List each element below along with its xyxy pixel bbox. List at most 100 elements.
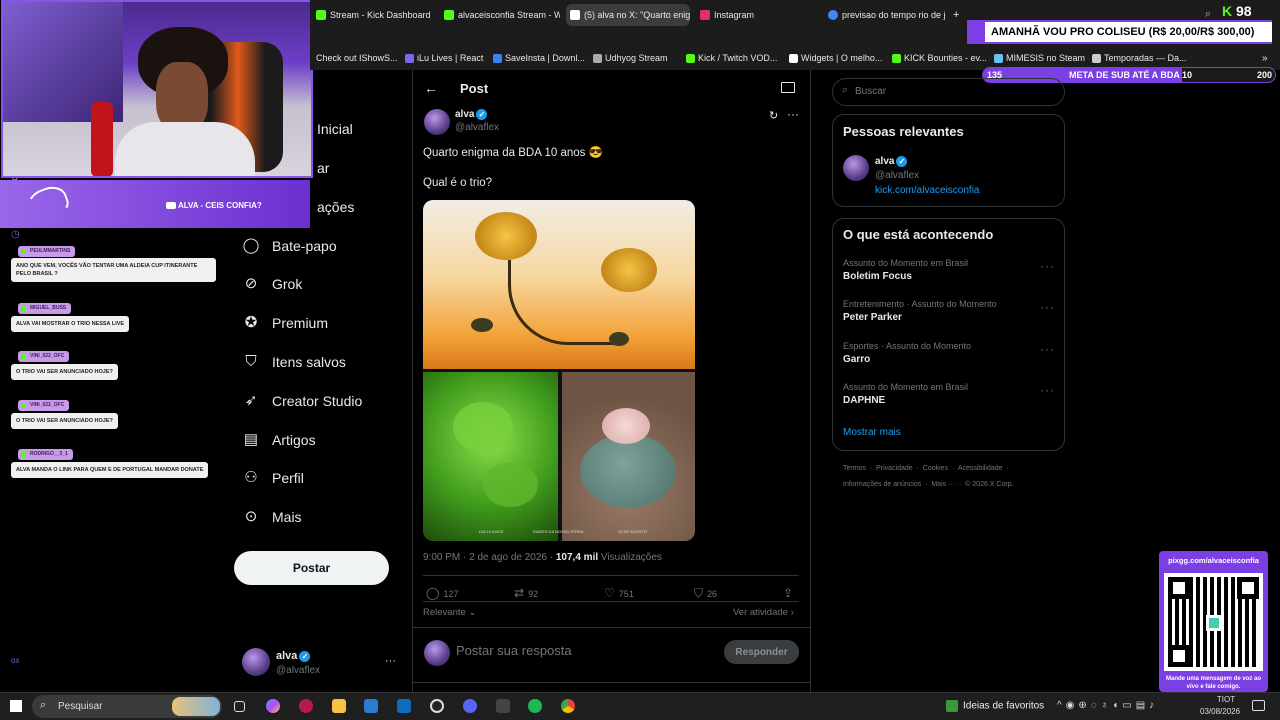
back-arrow-icon[interactable]: ← bbox=[424, 80, 438, 96]
browser-tab[interactable]: Stream - Kick Dashboard bbox=[312, 4, 437, 26]
author-handle[interactable]: @alvaflex bbox=[455, 122, 499, 133]
sort-replies-dropdown[interactable]: Relevante ⌄ bbox=[423, 607, 476, 618]
search-icon: ⌕ bbox=[40, 699, 47, 711]
trend-name[interactable]: Peter Parker bbox=[843, 312, 902, 323]
task-view-icon[interactable] bbox=[234, 701, 245, 712]
store-icon[interactable] bbox=[364, 699, 378, 713]
clock-date[interactable]: 03/08/2026 bbox=[1200, 707, 1240, 716]
footer-link[interactable]: Privacidade bbox=[876, 465, 913, 472]
browser-tab-active[interactable]: (5) alva no X: "Quarto enig bbox=[566, 4, 690, 26]
trend-more-icon[interactable]: ··· bbox=[1040, 383, 1055, 397]
file-explorer-icon[interactable] bbox=[332, 699, 346, 713]
chat-message: ALVA MANDA O LINK PARA QUEM E DE PORTUGA… bbox=[11, 462, 209, 478]
app-icon[interactable] bbox=[496, 699, 510, 713]
nav-chat[interactable]: ◯ Bate-papo bbox=[242, 235, 337, 257]
bookmark-item[interactable]: MIMESIS no Steam bbox=[994, 53, 1085, 63]
reply-input[interactable]: Postar sua resposta bbox=[456, 643, 572, 658]
trend-more-icon[interactable]: ··· bbox=[1040, 300, 1055, 314]
copilot-icon[interactable] bbox=[266, 699, 280, 713]
bookmark-item[interactable]: iLu Lives | React bbox=[405, 53, 483, 63]
rose-leaf bbox=[609, 332, 629, 346]
footer-link[interactable]: Cookies bbox=[923, 465, 948, 472]
bookmarks-overflow-icon[interactable]: » bbox=[1262, 53, 1268, 64]
browser-tab[interactable]: Instagram bbox=[696, 4, 816, 26]
bookmark-item[interactable]: Check out IShowS... bbox=[316, 53, 398, 63]
share-button[interactable]: ⇪ bbox=[783, 586, 797, 600]
author-avatar[interactable] bbox=[424, 109, 450, 135]
chat-user: PEULMMARTINS bbox=[18, 246, 76, 257]
reader-mode-icon[interactable] bbox=[781, 82, 795, 93]
relevant-link[interactable]: kick.com/alvaceisconfia bbox=[875, 185, 979, 196]
notifications-icon[interactable] bbox=[1252, 700, 1265, 711]
nav-bookmarks[interactable]: ⛉ Itens salvos bbox=[242, 351, 346, 373]
relevant-name[interactable]: alva bbox=[875, 156, 894, 167]
kick-icon bbox=[686, 54, 695, 63]
footer-link[interactable]: Acessibilidade bbox=[958, 465, 1003, 472]
divider bbox=[413, 627, 810, 628]
repost-button[interactable]: ⇄ 92 bbox=[514, 586, 538, 600]
browser-tab[interactable]: alvaceisconfia Stream - W bbox=[440, 4, 560, 26]
view-activity-link[interactable]: Ver atividade › bbox=[733, 607, 794, 618]
grok-explain-icon[interactable]: ↻ bbox=[769, 109, 778, 122]
bookmark-item[interactable]: Widgets | O melho... bbox=[789, 53, 882, 63]
bookmark-item[interactable]: Udhyog Stream bbox=[593, 53, 668, 63]
post-views: 107,4 mil bbox=[555, 552, 599, 563]
nav-explore[interactable]: ar bbox=[287, 157, 329, 179]
post-text-line-1: Quarto enigma da BDA 10 anos 😎 bbox=[423, 147, 603, 159]
search-box[interactable]: ⌕ Buscar bbox=[832, 78, 1065, 106]
reply-button[interactable]: ◯ 127 bbox=[426, 586, 458, 600]
post-more-icon[interactable]: ··· bbox=[787, 107, 799, 121]
nav-notifications[interactable]: ações bbox=[287, 196, 354, 218]
trend-name[interactable]: Garro bbox=[843, 354, 870, 365]
mint-leaves-image bbox=[423, 372, 558, 541]
clock-time[interactable]: TIOT bbox=[1212, 695, 1240, 704]
nav-articles[interactable]: ▤ Artigos bbox=[242, 429, 316, 451]
nav-premium[interactable]: ✪ Premium bbox=[242, 312, 328, 334]
taskbar-search[interactable]: ⌕ Pesquisar bbox=[32, 695, 222, 718]
favorites-widget[interactable]: Ideias de favoritos bbox=[946, 700, 1044, 712]
nav-creator-studio[interactable]: ➶ Creator Studio bbox=[242, 390, 363, 412]
bookmark-button[interactable]: ⛉ 26 bbox=[694, 586, 717, 601]
footer-link[interactable]: Mais ··· bbox=[931, 481, 955, 488]
rose-flower-left bbox=[475, 212, 537, 260]
relevant-avatar[interactable] bbox=[843, 155, 869, 181]
relevant-handle: @alvaflex bbox=[875, 170, 920, 181]
post-timestamp[interactable]: 9:00 PM · 2 de ago de 2026 · bbox=[423, 552, 553, 563]
qr-caption: Mande uma mensagem de voz ao vivo e fale… bbox=[1165, 676, 1262, 690]
bookmark-item[interactable]: SaveInsta | Downl... bbox=[493, 53, 585, 63]
author-name[interactable]: alva bbox=[455, 109, 474, 120]
post-button[interactable]: Postar bbox=[234, 551, 389, 585]
post-image[interactable]: DIA 10 ANOS RAÍZES DA NOSSA TERRA 23 DE … bbox=[423, 200, 695, 541]
reply-icon: ◯ bbox=[426, 586, 440, 600]
trend-more-icon[interactable]: ··· bbox=[1040, 259, 1055, 273]
reply-submit-button[interactable]: Responder bbox=[724, 640, 799, 664]
bookmark-item[interactable]: Temporadas — Da... bbox=[1092, 53, 1187, 63]
trend-name[interactable]: Boletim Focus bbox=[843, 271, 912, 282]
new-tab-button[interactable]: + bbox=[950, 4, 964, 26]
windows-start-icon[interactable] bbox=[10, 700, 22, 712]
outlook-icon[interactable] bbox=[397, 699, 411, 713]
bookmark-item[interactable]: Kick / Twitch VOD... bbox=[686, 53, 777, 63]
discord-icon[interactable] bbox=[463, 699, 477, 713]
show-more-link[interactable]: Mostrar mais bbox=[843, 427, 901, 438]
footer-link[interactable]: Termos bbox=[843, 465, 866, 472]
account-switcher[interactable]: alva ✓ @alvaflex ··· bbox=[242, 648, 402, 680]
nav-home[interactable]: Inicial bbox=[287, 118, 353, 140]
footer-link[interactable]: Informações de anúncios bbox=[843, 481, 921, 488]
page-icon bbox=[593, 54, 602, 63]
search-icon: ⌕ bbox=[842, 84, 849, 96]
app-icon[interactable] bbox=[299, 699, 313, 713]
bookmark-item[interactable]: KICK Bounties - ev... bbox=[892, 53, 987, 63]
like-button[interactable]: ♡ 751 bbox=[604, 586, 634, 600]
trend-name[interactable]: DAPHNE bbox=[843, 395, 885, 406]
obs-icon[interactable] bbox=[430, 699, 444, 713]
chrome-icon[interactable] bbox=[561, 699, 575, 713]
trend-more-icon[interactable]: ··· bbox=[1040, 342, 1055, 356]
system-tray-icons[interactable]: ^◉⊕◌♁◖▭▤♪ bbox=[1057, 700, 1158, 711]
nav-more[interactable]: ⊙ Mais bbox=[242, 506, 302, 528]
nav-grok[interactable]: ⊘ Grok bbox=[242, 273, 303, 295]
nav-profile[interactable]: ⚇ Perfil bbox=[242, 467, 304, 489]
trends-title: O que está acontecendo bbox=[843, 227, 994, 242]
browser-tab[interactable]: previsao do tempo rio de je bbox=[824, 4, 946, 26]
spotify-icon[interactable] bbox=[528, 699, 542, 713]
